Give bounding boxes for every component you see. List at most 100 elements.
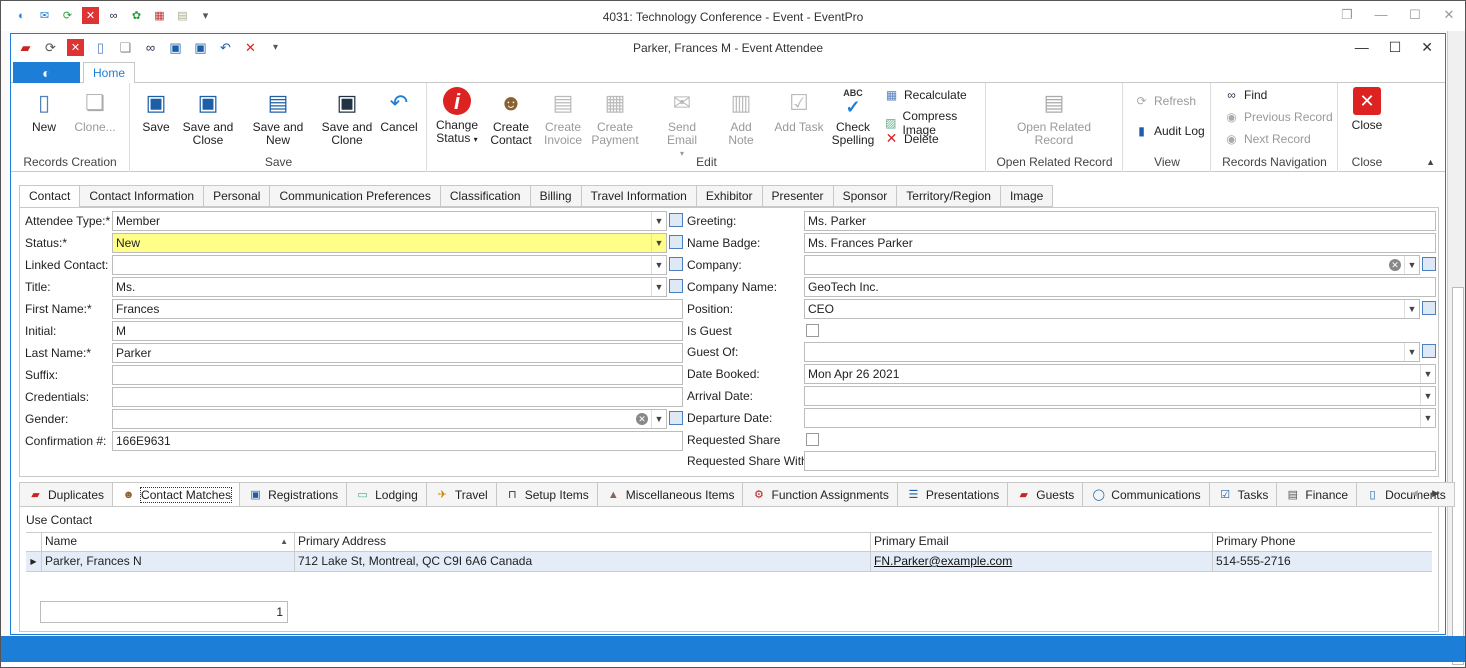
find-button[interactable]: ∞ Find [1224,87,1267,102]
tab-communication-preferences[interactable]: Communication Preferences [270,185,441,207]
date-booked-field[interactable]: Mon Apr 26 2021 ▼ [804,364,1436,384]
first-name-field[interactable]: Frances [112,299,683,319]
minimize-icon[interactable]: — [1355,39,1369,56]
tab-personal[interactable]: Personal [204,185,271,207]
save-button[interactable]: ▣ Save [137,87,175,134]
greeting-field[interactable]: Ms. Parker [804,211,1436,231]
chevron-down-icon[interactable]: ▼ [1420,409,1435,427]
tab-billing[interactable]: Billing [530,185,582,207]
scroll-right-icon[interactable]: ▶ [1432,488,1439,499]
credentials-field[interactable] [112,387,683,407]
gender-select[interactable]: ✕ ▼ [112,409,667,429]
column-header-primary-address[interactable]: Primary Address [295,533,871,551]
close-icon[interactable]: ✕ [1441,7,1457,23]
save-and-clone-button[interactable]: ▣ Save and Clone [321,87,373,147]
refresh-button[interactable]: ⟳ Refresh [1134,93,1196,108]
last-name-field[interactable]: Parker [112,343,683,363]
clone-button[interactable]: ❏ Clone... [69,87,121,134]
lookup-icon[interactable] [1422,301,1436,315]
tab-tasks[interactable]: ☑ Tasks [1209,482,1278,507]
chevron-down-icon[interactable]: ▼ [651,212,666,230]
change-status-button[interactable]: i Change Status ▾ [434,87,480,146]
tab-miscellaneous-items[interactable]: ▲ Miscellaneous Items [597,482,744,507]
lookup-icon[interactable] [669,411,683,425]
previous-record-button[interactable]: ◉ Previous Record [1224,109,1332,124]
tab-duplicates[interactable]: ▰ Duplicates [19,482,114,507]
open-related-record-button[interactable]: ▤ Open Related Record [1009,87,1099,147]
tab-classification[interactable]: Classification [440,185,531,207]
column-header-name[interactable]: Name ▲ [42,533,295,551]
tab-communications[interactable]: ◯ Communications [1083,482,1210,507]
is-guest-checkbox[interactable] [806,324,819,337]
tab-image[interactable]: Image [1000,185,1054,207]
create-invoice-button[interactable]: ▤ Create Invoice [540,87,586,147]
scroll-left-icon[interactable]: ◀ [1411,488,1418,499]
lookup-icon[interactable] [1422,344,1436,358]
close-icon[interactable]: ✕ [1421,39,1433,56]
tab-documents[interactable]: ▯ Documents [1357,482,1455,507]
name-badge-field[interactable]: Ms. Frances Parker [804,233,1436,253]
tab-exhibitor[interactable]: Exhibitor [696,185,763,207]
lookup-icon[interactable] [669,235,683,249]
recalculate-button[interactable]: ▦ Recalculate [884,87,967,102]
status-select[interactable]: New ▼ [112,233,667,253]
add-note-button[interactable]: ▥ Add Note [716,87,766,147]
tab-contact[interactable]: Contact [19,185,81,208]
linked-contact-select[interactable]: ▼ [112,255,667,275]
application-menu-button[interactable]: ◐ [13,62,80,83]
maximize-icon[interactable]: ☐ [1389,39,1402,56]
new-button[interactable]: ▯ New [25,87,63,134]
tab-sponsor[interactable]: Sponsor [833,185,898,207]
chevron-down-icon[interactable]: ▼ [1404,300,1419,318]
collapse-ribbon-icon[interactable]: ▲ [1426,157,1435,167]
tab-travel[interactable]: ✈ Travel [426,482,497,507]
title-select[interactable]: Ms. ▼ [112,277,667,297]
create-contact-button[interactable]: ☻ Create Contact [486,87,536,147]
clear-icon[interactable]: ✕ [1389,259,1401,271]
audit-log-button[interactable]: ▮ Audit Log [1134,123,1205,138]
chevron-down-icon[interactable]: ▼ [651,256,666,274]
column-header-primary-email[interactable]: Primary Email [871,533,1213,551]
suffix-field[interactable] [112,365,683,385]
tab-presentations[interactable]: ☰ Presentations [897,482,1009,507]
company-select[interactable]: ✕ ▼ [804,255,1420,275]
confirmation-field[interactable]: 166E9631 [112,431,683,451]
next-record-button[interactable]: ◉ Next Record [1224,131,1310,146]
chevron-down-icon[interactable]: ▼ [1420,365,1435,383]
tab-territory-region[interactable]: Territory/Region [897,185,1001,207]
restore-icon[interactable]: ❐ [1339,7,1355,23]
tab-home[interactable]: Home [83,62,135,84]
tab-guests[interactable]: ▰ Guests [1008,482,1084,507]
tab-registrations[interactable]: ▣ Registrations [240,482,348,507]
chevron-down-icon[interactable]: ▼ [1420,387,1435,405]
tab-lodging[interactable]: ▭ Lodging [347,482,427,507]
chevron-down-icon[interactable]: ▼ [651,410,666,428]
requested-share-checkbox[interactable] [806,433,819,446]
maximize-icon[interactable]: ☐ [1407,7,1423,23]
departure-date-field[interactable]: ▼ [804,408,1436,428]
lookup-icon[interactable] [669,257,683,271]
requested-share-with-field[interactable] [804,451,1436,471]
tab-function-assignments[interactable]: ⚙ Function Assignments [743,482,898,507]
send-email-button[interactable]: ✉ Send Email ▾ [652,87,712,160]
tab-contact-information[interactable]: Contact Information [80,185,205,207]
tab-finance[interactable]: ▤ Finance [1277,482,1358,507]
save-and-close-button[interactable]: ▣ Save and Close [181,87,235,147]
position-select[interactable]: CEO ▼ [804,299,1420,319]
use-contact-link[interactable]: Use Contact [26,513,92,527]
save-and-new-button[interactable]: ▤ Save and New [239,87,317,147]
lookup-icon[interactable] [669,279,683,293]
clear-icon[interactable]: ✕ [636,413,648,425]
chevron-down-icon[interactable]: ▼ [1404,343,1419,361]
create-payment-button[interactable]: ▦ Create Payment [590,87,640,147]
minimize-icon[interactable]: — [1373,7,1389,23]
check-spelling-button[interactable]: ABC ✓ Check Spelling [828,87,878,147]
add-task-button[interactable]: ☑ Add Task [774,87,824,134]
company-name-field[interactable]: GeoTech Inc. [804,277,1436,297]
lookup-icon[interactable] [1422,257,1436,271]
arrival-date-field[interactable]: ▼ [804,386,1436,406]
close-button[interactable]: ✕ Close [1345,87,1389,132]
tab-setup-items[interactable]: ⊓ Setup Items [496,482,598,507]
attendee-type-select[interactable]: Member ▼ [112,211,667,231]
chevron-down-icon[interactable]: ▼ [651,234,666,252]
